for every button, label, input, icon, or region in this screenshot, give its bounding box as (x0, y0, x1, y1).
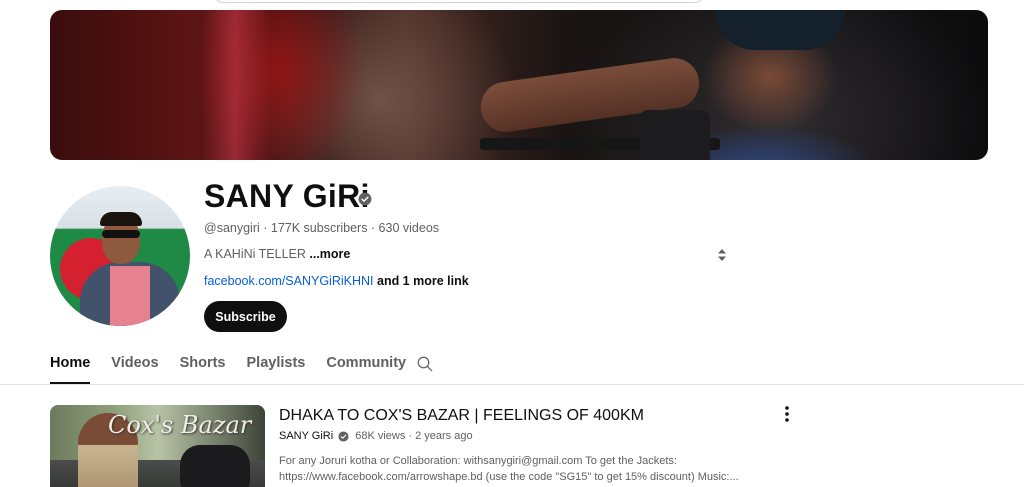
description-text: A KAHiNi TELLER (204, 247, 310, 261)
featured-video-meta: SANY GiRi 68K views · 2 years ago (279, 430, 473, 442)
tab-shorts[interactable]: Shorts (180, 346, 226, 384)
featured-video-description[interactable]: For any Joruri kotha or Collaboration: w… (279, 453, 739, 485)
facebook-link[interactable]: facebook.com/SANYGiRiKHNI (204, 274, 374, 288)
channel-avatar[interactable] (50, 186, 190, 326)
channel-description[interactable]: A KAHiNi TELLER ...more (204, 247, 350, 261)
more-vert-icon[interactable] (780, 404, 794, 424)
video-channel-name[interactable]: SANY GiRi (279, 430, 333, 442)
featured-video-title[interactable]: DHAKA TO COX'S BAZAR | FEELINGS OF 400KM (279, 407, 644, 425)
tab-community[interactable]: Community (326, 346, 406, 384)
video-stats: 68K views · 2 years ago (355, 430, 473, 442)
sort-arrows-icon[interactable] (716, 248, 728, 262)
channel-name: SANY GiRi (204, 178, 370, 214)
tab-videos[interactable]: Videos (111, 346, 158, 384)
tabs-divider (0, 384, 1024, 385)
featured-video-thumbnail[interactable]: Cox's Bazar (50, 405, 265, 487)
subscribe-button[interactable]: Subscribe (204, 301, 287, 332)
channel-meta: @sanygiri · 177K subscribers · 630 video… (204, 221, 440, 235)
video-description-line: https://www.facebook.com/arrowshape.bd (… (279, 471, 739, 483)
description-more-link[interactable]: ...more (309, 247, 350, 261)
thumbnail-text: Cox's Bazar (108, 411, 252, 439)
more-links[interactable]: and 1 more link (374, 274, 469, 288)
channel-links: facebook.com/SANYGiRiKHNI and 1 more lin… (204, 274, 469, 288)
tab-home[interactable]: Home (50, 346, 91, 384)
verified-check-icon (338, 430, 349, 442)
channel-banner (50, 10, 988, 160)
video-description-line: For any Joruri kotha or Collaboration: w… (279, 455, 677, 467)
tab-playlists[interactable]: Playlists (247, 346, 306, 384)
search-icon[interactable] (416, 355, 434, 373)
channel-tabs: Home Videos Shorts Playlists Community (50, 346, 427, 384)
search-bar-edge[interactable] (214, 0, 704, 3)
verified-check-icon (358, 192, 372, 206)
